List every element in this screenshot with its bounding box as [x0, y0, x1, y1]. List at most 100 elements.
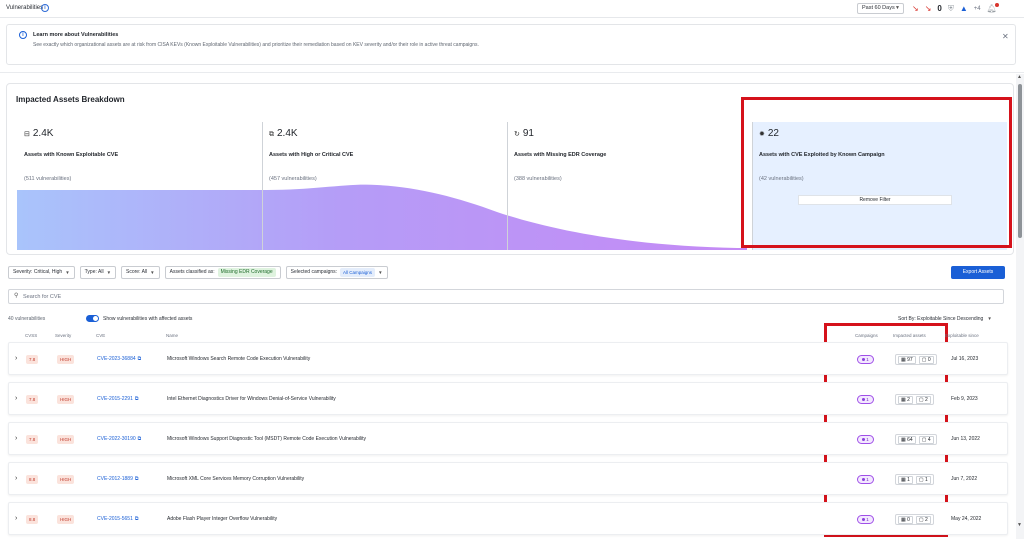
stage-count: ⧉ 2.4K — [269, 128, 298, 139]
campaigns-badge[interactable]: 1 — [857, 515, 874, 524]
scroll-down-icon[interactable]: ▼ — [1017, 522, 1022, 528]
search-box[interactable]: ⚲ — [8, 289, 1004, 304]
cvss-badge: 7.8 — [26, 435, 39, 444]
impacted-assets[interactable]: ▦ 64 ▢ 4 — [895, 434, 937, 445]
campaigns-badge[interactable]: 1 — [857, 435, 874, 444]
campaigns-badge[interactable]: 1 — [857, 395, 874, 404]
vulnerability-count: 40 vulnerabilities — [8, 316, 46, 322]
external-link-icon: ⧉ — [134, 396, 139, 402]
azure-icon[interactable]: ▲ — [960, 4, 968, 14]
campaigns-count: 1 — [866, 357, 869, 362]
column-header-cve[interactable]: CVE — [96, 333, 105, 338]
highlight-box — [741, 97, 1012, 248]
asset-count-box: ▦ 2 — [898, 396, 913, 404]
export-assets-button[interactable]: Export Assets — [951, 266, 1005, 279]
cve-link[interactable]: CVE-2015-5651 ⧉ — [97, 516, 138, 522]
cve-link[interactable]: CVE-2015-2291 ⧉ — [97, 396, 138, 402]
sort-select[interactable]: Sort By: Exploitable Since Descending ▼ — [898, 316, 992, 322]
vulnerability-name: Microsoft Windows Search Remote Code Exe… — [167, 356, 311, 362]
severity-badge: HIGH — [57, 435, 75, 444]
campaigns-count: 1 — [866, 517, 869, 522]
period-select[interactable]: Past 60 Days ▼ — [857, 3, 904, 14]
campaigns-badge[interactable]: 1 — [857, 475, 874, 484]
page-scrollbar[interactable]: ▲ ▼ — [1016, 74, 1024, 539]
sort-label: Sort By: Exploitable Since Descending — [898, 316, 984, 322]
campaign-dot — [862, 478, 866, 482]
campaigns-filter[interactable]: Selected campaigns: All Campaigns ▼ — [285, 265, 388, 279]
severity-badge: HIGH — [57, 515, 75, 524]
external-link-icon: ⧉ — [137, 436, 142, 442]
impacted-assets[interactable]: ▦ 97 ▢ 0 — [895, 354, 937, 365]
top-bar: Vulnerabilities i Past 60 Days ▼ ↘ ↘ 0 ⛨… — [0, 0, 1024, 18]
classification-filter[interactable]: Assets classified as: Missing EDR Coverag… — [164, 265, 281, 279]
trend-icon[interactable]: ↘ — [925, 4, 932, 14]
toggle-knob — [93, 316, 98, 321]
cvss-badge: 7.8 — [26, 355, 39, 364]
table-row[interactable]: › 7.8 HIGH CVE-2022-30190 ⧉ Microsoft Windows… — [8, 422, 1008, 455]
stage-missing-edr[interactable]: ↻ 91 Assets with Missing EDR Coverage (38… — [507, 122, 752, 250]
expand-row-icon[interactable]: › — [15, 395, 17, 402]
info-icon[interactable]: i — [41, 4, 49, 12]
exploitable-since-date: Feb 9, 2023 — [951, 396, 978, 402]
stage-sub: (388 vulnerabilities) — [514, 176, 562, 182]
cve-id: CVE-2012-1889 — [97, 476, 133, 482]
header-status-icons: ↘ ↘ 0 ⛨ ▲ +4 🔔︎ — [912, 3, 999, 15]
stage-sub: (511 vulnerabilities) — [24, 176, 72, 182]
column-header-name[interactable]: Name — [166, 333, 178, 338]
stage-label: Assets with High or Critical CVE — [269, 152, 354, 158]
impacted-assets[interactable]: ▦ 2 ▢ 2 — [895, 394, 934, 405]
expand-row-icon[interactable]: › — [15, 515, 17, 522]
trend-icon[interactable]: ↘ — [912, 4, 919, 14]
asset-icon: ⊟ — [24, 131, 30, 138]
cve-link[interactable]: CVE-2022-30190 ⧉ — [97, 436, 141, 442]
expand-row-icon[interactable]: › — [15, 475, 17, 482]
stage-label: Assets with Known Exploitable CVE — [24, 152, 119, 158]
expand-row-icon[interactable]: › — [15, 355, 17, 362]
column-header-campaigns[interactable]: Campaigns — [855, 333, 878, 338]
table-row[interactable]: › 7.8 HIGH CVE-2015-2291 ⧉ Intel Ethernet Dia… — [8, 382, 1008, 415]
campaign-dot — [862, 438, 866, 442]
table-row[interactable]: › 7.8 HIGH CVE-2023-36884 ⧉ Microsoft Windows… — [8, 342, 1008, 375]
column-header-exploitable-since[interactable]: Exploitable since — [945, 333, 979, 338]
show-affected-toggle[interactable] — [86, 315, 99, 322]
scroll-up-icon[interactable]: ▲ — [1017, 74, 1022, 80]
period-select-value: Past 60 Days — [862, 5, 895, 11]
divider — [0, 72, 1024, 73]
vulnerability-name: Intel Ethernet Diagnostics Driver for Wi… — [167, 396, 336, 402]
shield-icon[interactable]: ⛨ — [948, 4, 954, 14]
severity-badge: HIGH — [57, 355, 75, 364]
column-header-severity[interactable]: Severity — [55, 333, 71, 338]
classification-filter-label: Assets classified as: — [169, 268, 215, 275]
table-row[interactable]: › 8.8 HIGH CVE-2015-5651 ⧉ Adobe Flash Player… — [8, 502, 1008, 535]
impacted-assets[interactable]: ▦ 0 ▢ 2 — [895, 514, 934, 525]
notification-dot — [994, 3, 999, 7]
page-title: Vulnerabilities — [6, 5, 44, 11]
asset-count-box: ▢ 0 — [918, 356, 934, 364]
scroll-thumb[interactable] — [1018, 84, 1022, 238]
cve-id: CVE-2015-5651 — [97, 516, 133, 522]
type-filter[interactable]: Type: All ▼ — [79, 265, 117, 279]
score-filter[interactable]: Score: All ▼ — [121, 265, 160, 279]
search-input[interactable] — [23, 292, 423, 302]
cve-link[interactable]: CVE-2023-36884 ⧉ — [97, 356, 141, 362]
cve-id: CVE-2022-30190 — [97, 436, 136, 442]
status-counter[interactable]: 0 — [937, 4, 941, 14]
cve-link[interactable]: CVE-2012-1889 ⧉ — [97, 476, 138, 482]
banner-title: Learn more about Vulnerabilities — [33, 32, 119, 38]
stage-known-exploitable[interactable]: ⊟ 2.4K Assets with Known Exploitable CVE … — [17, 122, 262, 250]
close-icon[interactable]: ✕ — [1002, 32, 1009, 41]
stage-high-critical[interactable]: ⧉ 2.4K Assets with High or Critical CVE (… — [262, 122, 507, 250]
table-row[interactable]: › 8.8 HIGH CVE-2012-1889 ⧉ Microsoft XML Core… — [8, 462, 1008, 495]
campaigns-badge[interactable]: 1 — [857, 355, 874, 364]
impacted-assets[interactable]: ▦ 1 ▢ 1 — [895, 474, 934, 485]
severity-filter[interactable]: Severity: Critical, High ▼ — [8, 265, 75, 279]
exploitable-since-date: Jul 16, 2023 — [951, 356, 979, 362]
exploitable-since-date: Jun 13, 2022 — [951, 436, 980, 442]
bell-icon[interactable]: 🔔︎ — [987, 3, 999, 14]
column-header-cvss[interactable]: CVSS — [25, 333, 37, 338]
score-filter-label: Score: All — [126, 268, 148, 275]
expand-row-icon[interactable]: › — [15, 435, 17, 442]
user-extra-count[interactable]: +4 — [974, 4, 981, 14]
cvss-badge: 7.8 — [26, 395, 39, 404]
column-header-impacted-assets[interactable]: Impacted assets — [893, 333, 926, 338]
